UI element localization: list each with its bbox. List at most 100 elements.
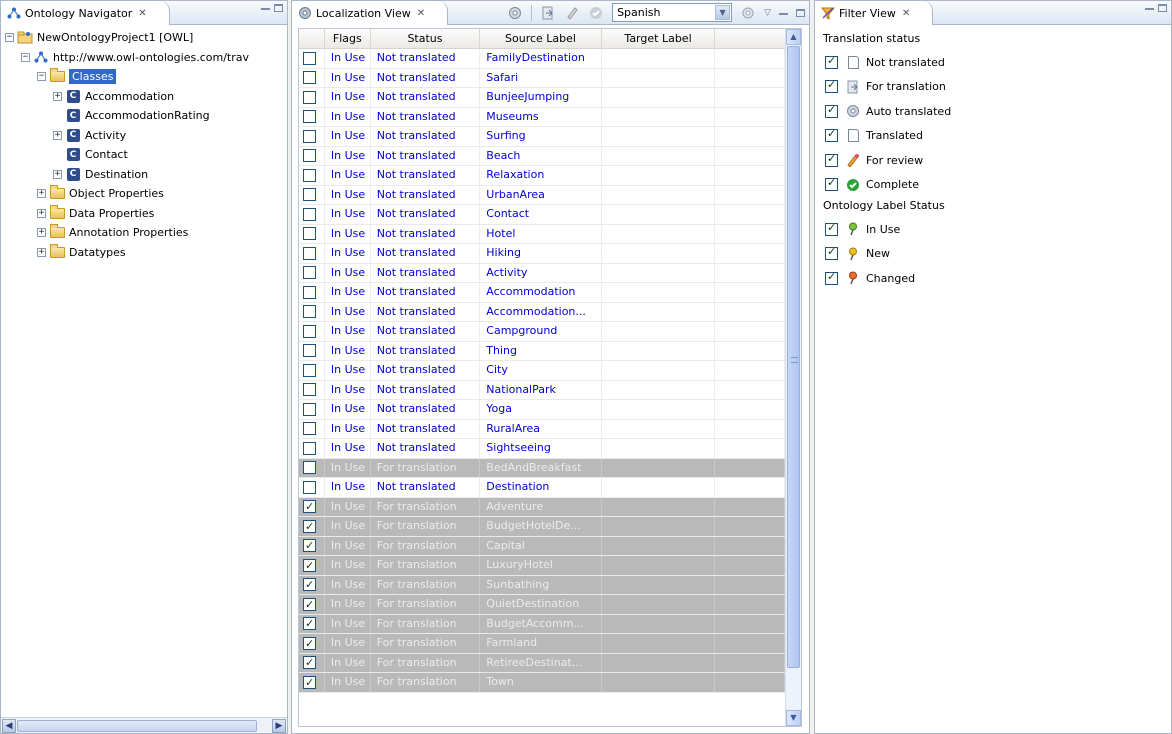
table-row[interactable]: In Use Not translated Museums	[299, 107, 785, 127]
row-checkbox[interactable]	[303, 615, 316, 633]
row-checkbox[interactable]	[303, 537, 316, 555]
table-row[interactable]: In Use Not translated FamilyDestination	[299, 49, 785, 69]
row-checkbox[interactable]	[303, 129, 316, 143]
column-header-source-label[interactable]: Source Label	[480, 29, 602, 49]
horizontal-scrollbar[interactable]: ◀ ▶	[1, 717, 287, 733]
row-checkbox[interactable]	[303, 674, 316, 692]
expand-icon[interactable]: +	[37, 247, 46, 257]
row-checkbox[interactable]	[303, 207, 316, 221]
table-row[interactable]: In UseFor translationAdventure	[299, 497, 785, 517]
column-header-select[interactable]	[299, 29, 325, 49]
expand-icon[interactable]: +	[53, 91, 62, 101]
collapse-icon[interactable]: −	[21, 52, 30, 62]
row-checkbox[interactable]	[303, 576, 316, 594]
row-checkbox[interactable]	[303, 344, 316, 357]
tree-node[interactable]: C AccommodationRating	[5, 106, 287, 126]
minimize-icon[interactable]	[779, 12, 788, 15]
table-row[interactable]: In UseFor translationCapital	[299, 536, 785, 556]
column-header-flags[interactable]: Flags	[325, 29, 371, 49]
expand-icon[interactable]: +	[53, 169, 62, 179]
table-row[interactable]: In UseFor translationTown	[299, 673, 785, 693]
complete-icon[interactable]	[588, 5, 604, 21]
chevron-down-icon[interactable]: ▼	[715, 5, 731, 20]
table-row[interactable]: In Use Not translated BunjeeJumping	[299, 88, 785, 108]
close-icon[interactable]: ✕	[417, 8, 425, 19]
tree-node[interactable]: + Data Properties	[5, 204, 287, 224]
table-row[interactable]: In Use Not translated Destination	[299, 478, 785, 498]
row-checkbox[interactable]	[303, 149, 316, 162]
expand-icon[interactable]: +	[53, 130, 62, 140]
filter-checkbox[interactable]	[825, 152, 838, 167]
review-icon[interactable]	[564, 5, 580, 21]
table-row[interactable]: In Use Not translated Hotel	[299, 224, 785, 244]
row-checkbox[interactable]	[303, 90, 316, 104]
table-row[interactable]: In Use Not translated Activity	[299, 263, 785, 283]
filter-checkbox[interactable]	[825, 270, 838, 285]
row-checkbox[interactable]	[303, 168, 316, 182]
tree-node[interactable]: + C Accommodation	[5, 87, 287, 107]
filter-checkbox[interactable]	[825, 127, 838, 143]
filter-option[interactable]: For review	[823, 148, 951, 173]
tree-node[interactable]: + C Destination	[5, 165, 287, 185]
table-row[interactable]: In Use Not translated Surfing	[299, 127, 785, 147]
table-row[interactable]: In UseFor translationBudgetHotelDe...	[299, 517, 785, 537]
tab-filter-view[interactable]: Filter View ✕	[815, 1, 934, 25]
tree-node[interactable]: − http://www.owl-ontologies.com/trav	[5, 48, 287, 68]
row-checkbox[interactable]	[303, 266, 316, 279]
vertical-scroll-thumb[interactable]	[787, 46, 800, 668]
filter-checkbox[interactable]	[825, 78, 838, 94]
row-checkbox[interactable]	[303, 324, 316, 338]
row-checkbox[interactable]	[303, 461, 316, 474]
row-checkbox[interactable]	[303, 498, 316, 516]
close-icon[interactable]: ✕	[138, 8, 146, 19]
row-checkbox[interactable]	[303, 518, 316, 536]
filter-checkbox[interactable]	[825, 103, 838, 118]
column-header-target-label[interactable]: Target Label	[602, 29, 716, 49]
table-row[interactable]: In Use Not translated Campground	[299, 322, 785, 342]
table-row[interactable]: In Use Not translated Yoga	[299, 400, 785, 420]
table-row[interactable]: In UseFor translationLuxuryHotel	[299, 556, 785, 576]
filter-option[interactable]: New	[823, 242, 951, 267]
language-select[interactable]: Spanish ▼	[612, 3, 733, 22]
row-checkbox[interactable]	[303, 557, 316, 575]
row-checkbox[interactable]	[303, 71, 316, 84]
row-checkbox[interactable]	[303, 363, 316, 377]
tab-localization-view[interactable]: Localization View ✕	[292, 1, 449, 25]
scroll-up-icon[interactable]: ▲	[786, 29, 801, 45]
vertical-scrollbar[interactable]: ▲ ▼	[785, 29, 801, 726]
column-header-status[interactable]: Status	[371, 29, 481, 49]
minimize-icon[interactable]	[1145, 8, 1154, 10]
tree-node[interactable]: C Contact	[5, 145, 287, 165]
collapse-icon[interactable]: −	[5, 33, 14, 43]
table-row[interactable]: In UseFor translationQuietDestination	[299, 595, 785, 615]
filter-checkbox[interactable]	[825, 176, 838, 192]
row-checkbox[interactable]	[303, 285, 316, 299]
row-checkbox[interactable]	[303, 654, 316, 672]
tree-node[interactable]: − Classes	[5, 67, 287, 87]
row-checkbox[interactable]	[303, 305, 316, 318]
row-checkbox[interactable]	[303, 227, 316, 240]
row-checkbox[interactable]	[303, 51, 316, 65]
table-row[interactable]: In Use Not translated Relaxation	[299, 166, 785, 186]
table-row[interactable]: In Use Not translated Safari	[299, 68, 785, 88]
filter-option[interactable]: Changed	[823, 266, 951, 291]
row-checkbox[interactable]	[303, 246, 316, 260]
expand-icon[interactable]: +	[37, 228, 46, 238]
minimize-icon[interactable]	[261, 8, 270, 10]
maximize-icon[interactable]	[796, 8, 805, 17]
filter-checkbox[interactable]	[825, 245, 838, 261]
maximize-icon[interactable]	[274, 4, 283, 12]
tree-node[interactable]: + Datatypes	[5, 243, 287, 263]
row-checkbox[interactable]	[303, 110, 316, 123]
table-row[interactable]: In Use Not translated Hiking	[299, 244, 785, 264]
table-row[interactable]: In Use Not translated Accommodation	[299, 283, 785, 303]
table-row[interactable]: In Use Not translated UrbanArea	[299, 185, 785, 205]
filter-option[interactable]: For translation	[823, 75, 951, 100]
filter-option[interactable]: Complete	[823, 173, 951, 198]
tree-node[interactable]: + C Activity	[5, 126, 287, 146]
table-row[interactable]: In Use Not translated Contact	[299, 205, 785, 225]
tree-node[interactable]: − NewOntologyProject1 [OWL]	[5, 28, 287, 48]
scroll-left-icon[interactable]: ◀	[2, 719, 16, 733]
table-row[interactable]: In Use Not translated RuralArea	[299, 419, 785, 439]
maximize-icon[interactable]	[1158, 4, 1167, 12]
